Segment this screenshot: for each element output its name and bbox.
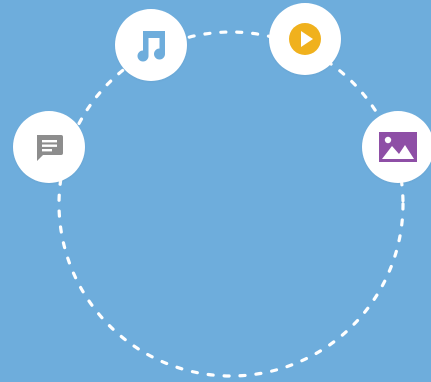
image-icon (379, 132, 417, 162)
music-bubble[interactable] (115, 9, 187, 81)
dashed-orbit-ring (57, 30, 405, 378)
music-note-icon (137, 31, 165, 62)
chat-icon (37, 135, 63, 161)
play-icon (289, 23, 321, 55)
media-orbit-illustration (0, 0, 431, 382)
photo-bubble[interactable] (362, 111, 431, 183)
video-bubble[interactable] (269, 3, 341, 75)
chat-bubble[interactable] (13, 111, 85, 183)
